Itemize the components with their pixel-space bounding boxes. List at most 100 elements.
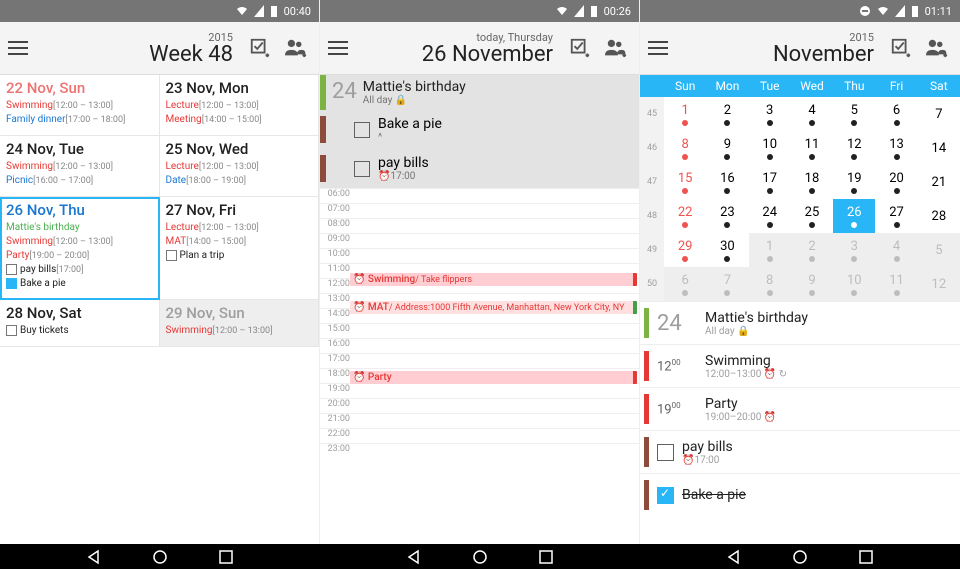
month-day-cell[interactable]: 23 — [706, 199, 748, 233]
event-line[interactable]: pay bills[17:00] — [6, 263, 153, 277]
hour-row[interactable]: 17:00 — [320, 353, 639, 368]
back-icon[interactable] — [86, 549, 102, 565]
task-row[interactable]: pay bills⏰17:00 — [320, 149, 639, 188]
week-cell[interactable]: 23 Nov, MonLecture[12:00 – 13:00]Meeting… — [160, 75, 320, 136]
month-day-cell[interactable]: 6 — [875, 97, 917, 131]
event-line[interactable]: Swimming[12:00 – 13:00] — [166, 324, 313, 338]
month-day-cell[interactable]: 10 — [833, 267, 875, 301]
agenda-row[interactable]: pay bills⏰17:00 — [640, 430, 960, 473]
month-day-cell[interactable]: 18 — [791, 165, 833, 199]
event-line[interactable]: Swimming[12:00 – 13:00] — [6, 160, 153, 174]
hour-row[interactable]: 10:00 — [320, 248, 639, 263]
recent-icon[interactable] — [538, 549, 554, 565]
month-day-cell[interactable]: 3 — [833, 233, 875, 267]
agenda-row[interactable]: 1200Swimming12:00–13:00 ⏰ ↻ — [640, 344, 960, 387]
month-day-cell[interactable]: 20 — [875, 165, 917, 199]
header-title[interactable]: today, Thursday 26 November — [362, 31, 559, 66]
event-line[interactable]: Party[19:00 – 20:00] — [6, 249, 153, 263]
month-day-cell[interactable]: 22 — [664, 199, 706, 233]
new-task-icon[interactable] — [565, 33, 595, 63]
month-day-cell[interactable]: 11 — [791, 131, 833, 165]
month-day-cell[interactable]: 5 — [918, 233, 960, 267]
event-line[interactable]: Meeting[14:00 – 15:00] — [166, 113, 313, 127]
menu-icon[interactable] — [8, 34, 36, 62]
back-icon[interactable] — [406, 549, 422, 565]
month-day-cell[interactable]: 4 — [791, 97, 833, 131]
month-day-cell[interactable]: 27 — [875, 199, 917, 233]
week-cell[interactable]: 25 Nov, WedLecture[12:00 – 13:00]Date[18… — [160, 136, 320, 197]
month-day-cell[interactable]: 26 — [833, 199, 875, 233]
month-day-cell[interactable]: 5 — [833, 97, 875, 131]
event-line[interactable]: Mattie's birthday — [6, 221, 153, 235]
month-day-cell[interactable]: 25 — [791, 199, 833, 233]
month-day-cell[interactable]: 19 — [833, 165, 875, 199]
new-event-icon[interactable] — [281, 33, 311, 63]
event-line[interactable]: Plan a trip — [166, 249, 313, 263]
month-day-cell[interactable]: 3 — [749, 97, 791, 131]
new-event-icon[interactable] — [601, 33, 631, 63]
month-day-cell[interactable]: 1 — [749, 233, 791, 267]
month-day-cell[interactable]: 28 — [918, 199, 960, 233]
month-day-cell[interactable]: 6 — [664, 267, 706, 301]
month-day-cell[interactable]: 8 — [749, 267, 791, 301]
new-event-icon[interactable] — [922, 33, 952, 63]
new-task-icon[interactable] — [245, 33, 275, 63]
month-day-cell[interactable]: 2 — [706, 97, 748, 131]
month-day-cell[interactable]: 16 — [706, 165, 748, 199]
week-cell[interactable]: 22 Nov, SunSwimming[12:00 – 13:00]Family… — [0, 75, 160, 136]
month-day-cell[interactable]: 13 — [875, 131, 917, 165]
checkbox-icon[interactable] — [657, 444, 674, 461]
month-day-cell[interactable]: 7 — [918, 97, 960, 131]
checkbox-icon[interactable] — [354, 161, 370, 177]
hour-row[interactable]: 22:00 — [320, 428, 639, 443]
hour-row[interactable]: 15:00 — [320, 323, 639, 338]
timed-event[interactable]: ⏰ Swimming / Take flippers — [350, 273, 637, 286]
new-task-icon[interactable] — [886, 33, 916, 63]
agenda-row[interactable]: 1900Party19:00–20:00 ⏰ — [640, 387, 960, 430]
month-day-cell[interactable]: 15 — [664, 165, 706, 199]
month-day-cell[interactable]: 2 — [791, 233, 833, 267]
event-line[interactable]: Date[18:00 – 19:00] — [166, 174, 313, 188]
allday-row[interactable]: 24 Mattie's birthday All day 🔒 — [320, 75, 639, 110]
event-line[interactable]: Lecture[12:00 – 13:00] — [166, 99, 313, 113]
event-line[interactable]: Swimming[12:00 – 13:00] — [6, 235, 153, 249]
hour-row[interactable]: 08:00 — [320, 218, 639, 233]
event-line[interactable]: Family dinner[17:00 – 18:00] — [6, 113, 153, 127]
back-icon[interactable] — [726, 549, 742, 565]
event-line[interactable]: MAT[14:00 – 15:00] — [166, 235, 313, 249]
hour-row[interactable]: 16:00 — [320, 338, 639, 353]
hour-row[interactable]: 21:00 — [320, 413, 639, 428]
month-day-cell[interactable]: 11 — [875, 267, 917, 301]
event-line[interactable]: Bake a pie — [6, 277, 153, 291]
month-day-cell[interactable]: 9 — [791, 267, 833, 301]
hour-row[interactable]: 23:00 — [320, 443, 639, 458]
month-day-cell[interactable]: 9 — [706, 131, 748, 165]
home-icon[interactable] — [472, 549, 488, 565]
header-title[interactable]: 2015 November — [682, 31, 880, 66]
home-icon[interactable] — [152, 549, 168, 565]
hour-row[interactable]: 20:00 — [320, 398, 639, 413]
month-day-cell[interactable]: 12 — [918, 267, 960, 301]
month-day-cell[interactable]: 7 — [706, 267, 748, 301]
month-day-cell[interactable]: 29 — [664, 233, 706, 267]
task-row[interactable]: Bake a pie^ — [320, 110, 639, 149]
month-day-cell[interactable]: 4 — [875, 233, 917, 267]
home-icon[interactable] — [792, 549, 808, 565]
event-line[interactable]: Lecture[12:00 – 13:00] — [166, 221, 313, 235]
event-line[interactable]: Swimming[12:00 – 13:00] — [6, 99, 153, 113]
hour-grid[interactable]: 06:0007:0008:0009:0010:0011:0012:0013:00… — [320, 188, 639, 544]
header-title[interactable]: 2015 Week 48 — [42, 31, 239, 66]
agenda-row[interactable]: 24Mattie's birthdayAll day 🔒 — [640, 301, 960, 344]
event-line[interactable]: Lecture[12:00 – 13:00] — [166, 160, 313, 174]
hour-row[interactable]: 09:00 — [320, 233, 639, 248]
week-cell[interactable]: 28 Nov, SatBuy tickets — [0, 300, 160, 347]
checkbox-icon[interactable] — [354, 122, 370, 138]
week-cell[interactable]: 26 Nov, ThuMattie's birthdaySwimming[12:… — [0, 197, 160, 300]
hour-row[interactable]: 19:00 — [320, 383, 639, 398]
menu-icon[interactable] — [328, 34, 356, 62]
timed-event[interactable]: ⏰ MAT / Address:1000 Fifth Avenue, Manha… — [350, 301, 637, 314]
event-line[interactable]: Buy tickets — [6, 324, 153, 338]
event-line[interactable]: Picnic[16:00 – 17:00] — [6, 174, 153, 188]
month-day-cell[interactable]: 30 — [706, 233, 748, 267]
menu-icon[interactable] — [648, 34, 676, 62]
